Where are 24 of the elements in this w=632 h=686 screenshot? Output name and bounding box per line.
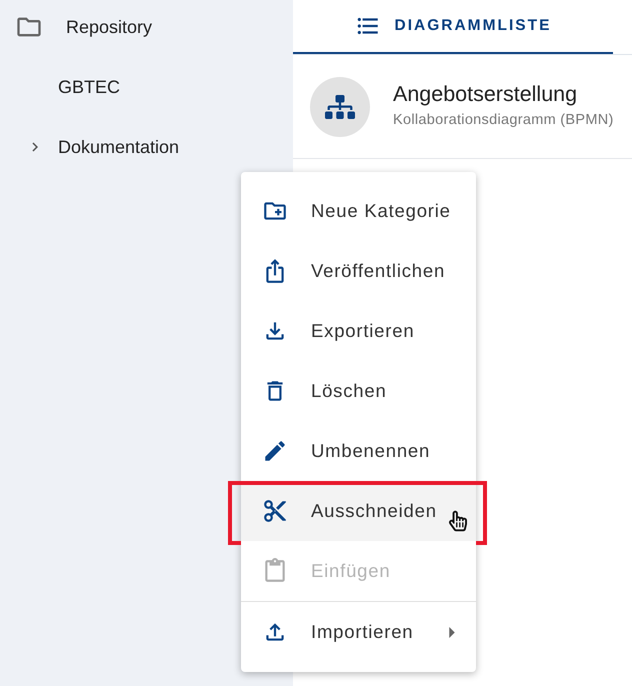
hand-pointer-icon [449, 510, 467, 532]
menu-item[interactable]: Löschen [241, 361, 476, 421]
menu-item-label: Veröffentlichen [311, 259, 446, 284]
menu-item[interactable]: Neue Kategorie [241, 181, 476, 241]
menu-item-label: Umbenennen [311, 439, 430, 464]
menu-item[interactable]: Exportieren [241, 301, 476, 361]
menu-item-label: Ausschneiden [311, 499, 437, 524]
tree-item[interactable]: Dokumentation [58, 134, 180, 160]
diagram-list-item[interactable]: Angebotserstellung Kollaborationsdiagramm (BPMN) [293, 55, 632, 159]
scissors-icon [262, 498, 288, 524]
menu-item-label: Neue Kategorie [311, 199, 451, 224]
diagram-title: Angebotserstellung [393, 81, 578, 108]
menu-item[interactable]: Veröffentlichen [241, 241, 476, 301]
menu-item-label: Löschen [311, 379, 387, 404]
tree-item[interactable]: GBTEC [58, 74, 120, 100]
menu-item-label: Exportieren [311, 319, 414, 344]
tab[interactable]: DIAGRAMMLISTE [293, 0, 613, 54]
menu-item[interactable]: Importieren [241, 602, 476, 662]
diagram-subtitle: Kollaborationsdiagramm (BPMN) [393, 111, 614, 130]
menu-item-label: Importieren [311, 620, 414, 644]
tree-item[interactable]: Repository [66, 14, 152, 40]
menu-item-label: Einfügen [311, 559, 390, 584]
menu-item[interactable]: Umbenennen [241, 421, 476, 481]
caret-right-icon [449, 626, 455, 638]
